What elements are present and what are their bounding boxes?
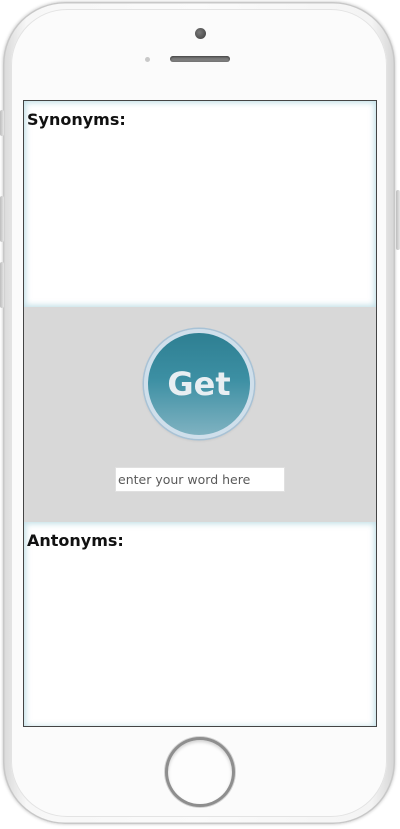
home-button[interactable] bbox=[168, 740, 232, 804]
app-screen: Synonyms: Get Antonyms: bbox=[23, 100, 377, 727]
mute-switch bbox=[0, 110, 4, 136]
search-panel: Get bbox=[24, 307, 376, 522]
word-input[interactable] bbox=[115, 467, 285, 492]
earpiece-speaker bbox=[170, 56, 230, 62]
synonyms-heading: Synonyms: bbox=[27, 110, 126, 129]
front-camera-icon bbox=[195, 28, 206, 39]
antonyms-panel: Antonyms: bbox=[24, 522, 376, 726]
get-button[interactable]: Get bbox=[144, 329, 254, 439]
antonyms-heading: Antonyms: bbox=[27, 531, 124, 550]
volume-up-button bbox=[0, 196, 4, 242]
proximity-sensor bbox=[145, 57, 150, 62]
power-button bbox=[396, 190, 400, 250]
volume-down-button bbox=[0, 262, 4, 308]
synonyms-panel: Synonyms: bbox=[24, 101, 376, 307]
